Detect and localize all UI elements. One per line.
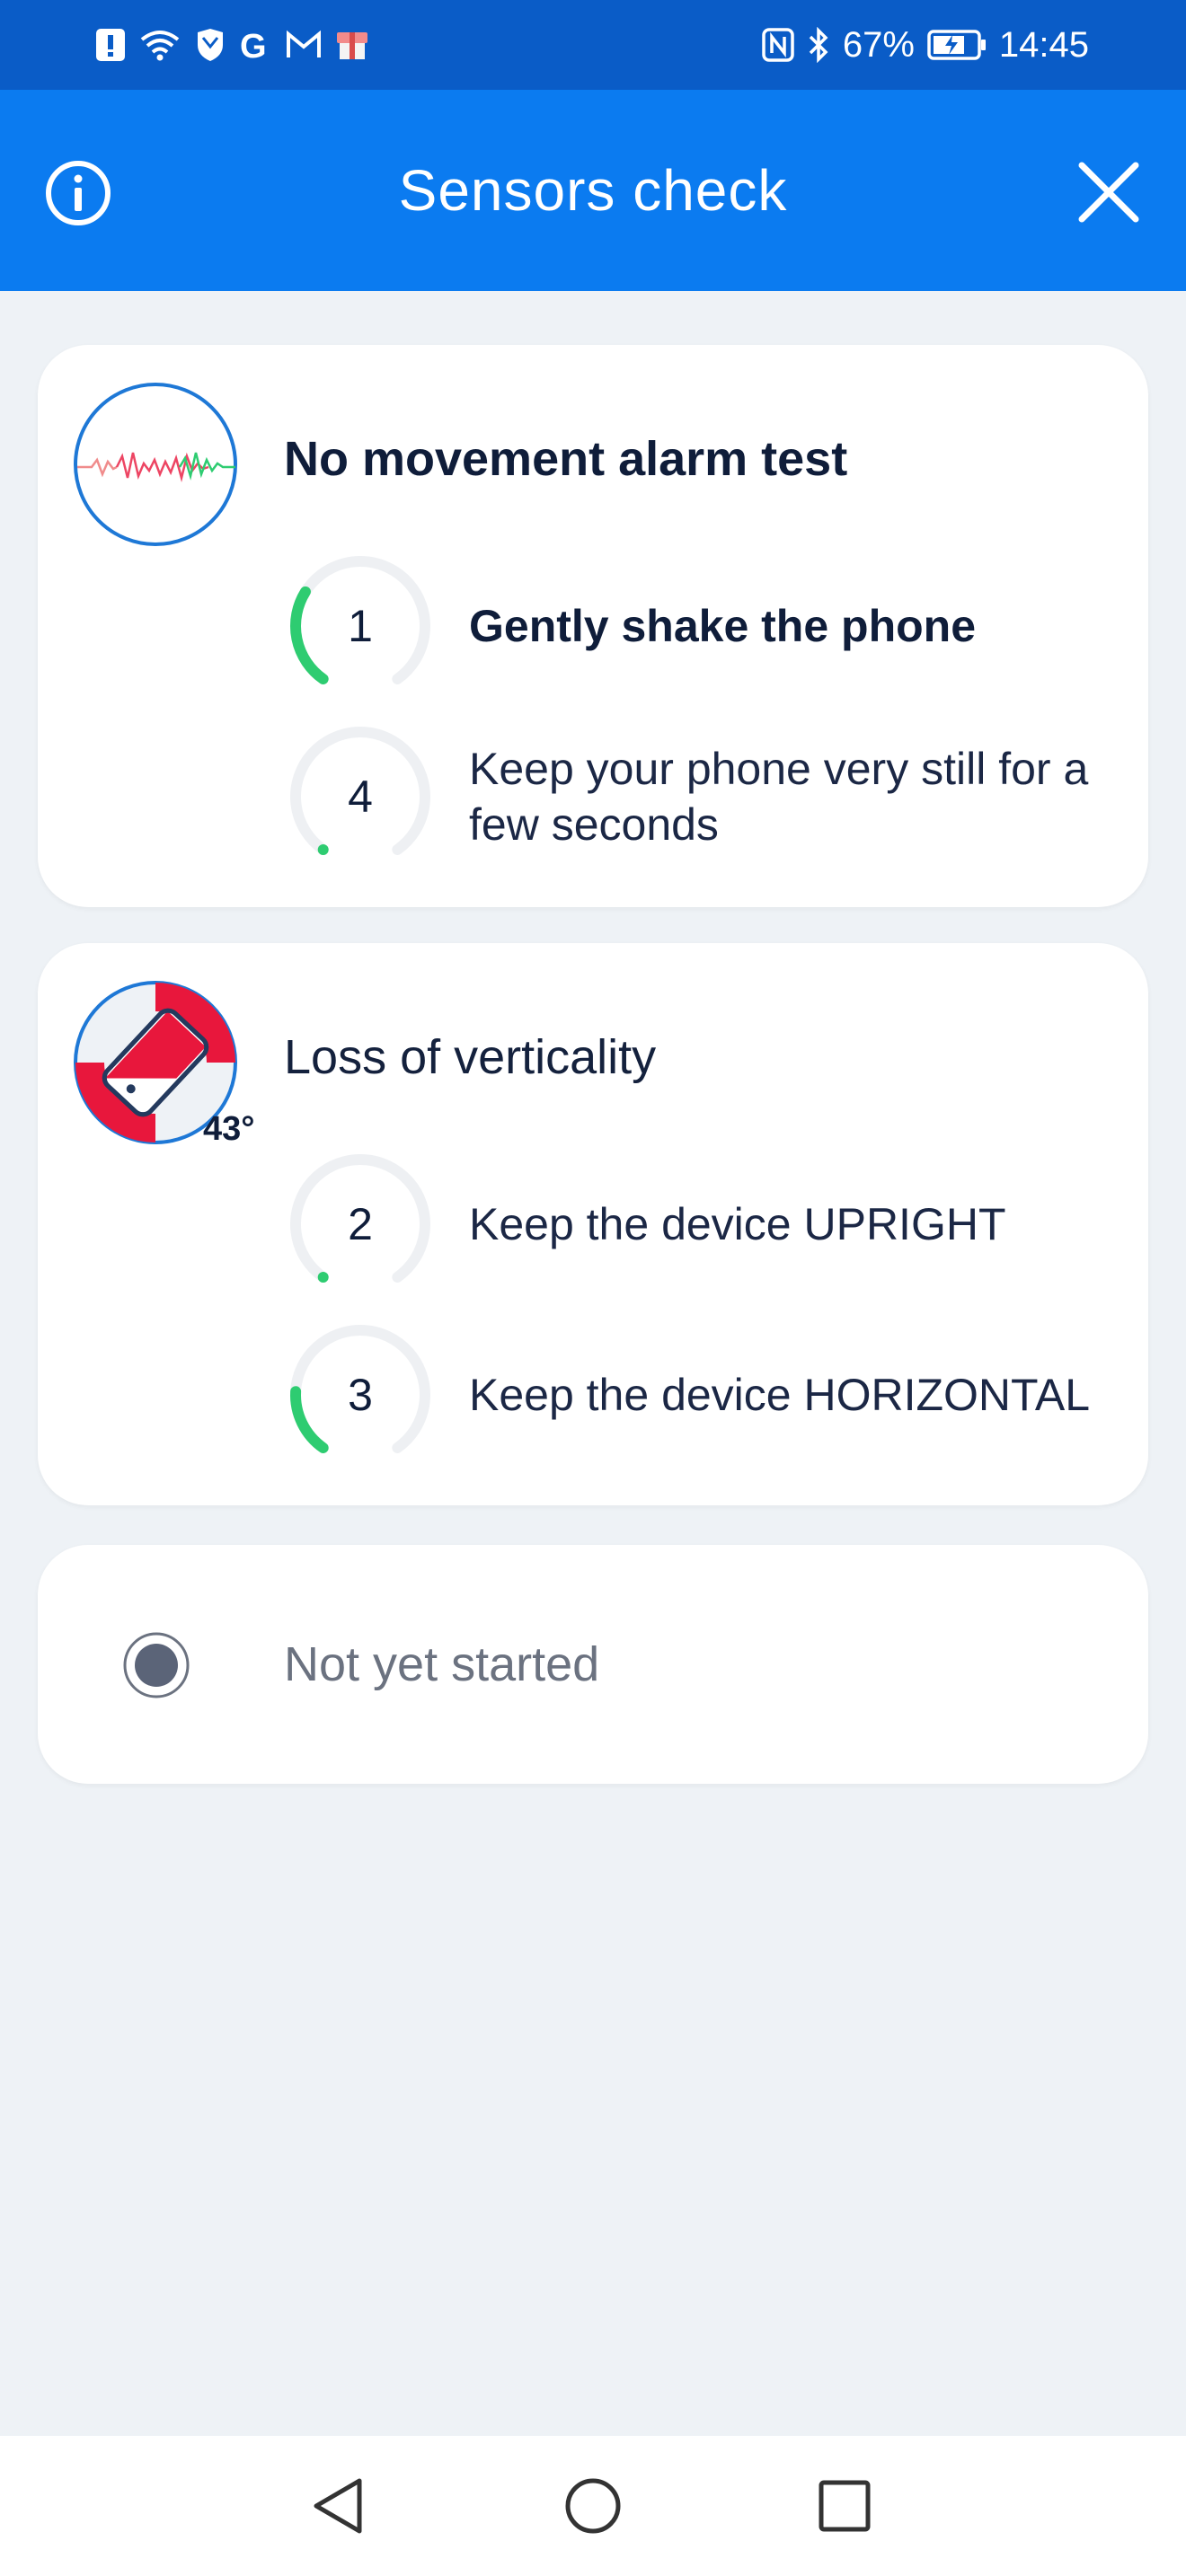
bluetooth-icon <box>807 25 830 65</box>
nfc-icon <box>762 25 794 65</box>
status-bar: G 67% 14:45 <box>0 0 1186 90</box>
status-time: 14:45 <box>998 25 1089 65</box>
battery-charging-icon <box>927 25 987 65</box>
status-left-icons: G <box>95 20 370 70</box>
no-movement-card[interactable]: No movement alarm test 1 Gently shake th… <box>38 345 1148 907</box>
radio-indicator-icon <box>122 1631 190 1699</box>
step-item: 3 Keep the device HORIZONTAL <box>284 1319 1128 1471</box>
step-label: Keep your phone very still for a few sec… <box>469 744 1089 850</box>
test-status-card[interactable]: Not yet started <box>38 1545 1148 1784</box>
step-label: Keep the device UPRIGHT <box>469 1199 1006 1249</box>
step-number: 1 <box>348 601 373 651</box>
verticality-card[interactable]: 43° Loss of verticality 2 Keep the devic… <box>38 943 1148 1505</box>
step-number: 4 <box>348 772 373 822</box>
google-icon: G <box>239 25 273 65</box>
wifi-icon <box>138 25 181 65</box>
back-button[interactable] <box>307 2474 372 2538</box>
app-bar: Sensors check <box>0 90 1186 291</box>
alert-icon <box>95 25 126 65</box>
step-label: Keep the device HORIZONTAL <box>469 1370 1091 1420</box>
waveform-icon <box>72 381 239 548</box>
card-title: Loss of verticality <box>284 1030 657 1084</box>
step-item: 4 Keep your phone very still for a few s… <box>284 720 1128 873</box>
recent-apps-button[interactable] <box>812 2474 877 2538</box>
home-circle-icon <box>565 2478 621 2534</box>
back-triangle-icon <box>314 2478 362 2534</box>
step-number: 3 <box>348 1370 373 1420</box>
close-button[interactable] <box>1075 158 1143 226</box>
battery-percent: 67% <box>842 25 915 65</box>
step-label: Gently shake the phone <box>469 601 977 651</box>
step-number: 2 <box>348 1199 373 1249</box>
status-label: Not yet started <box>284 1637 600 1691</box>
gmail-icon <box>286 25 322 65</box>
gift-box-icon <box>334 25 370 65</box>
system-nav-bar <box>0 2436 1186 2576</box>
recent-square-icon <box>819 2480 871 2532</box>
status-right-icons: 67% 14:45 <box>762 20 1089 70</box>
step-item: 2 Keep the device UPRIGHT <box>284 1148 1128 1301</box>
close-icon <box>1078 162 1139 223</box>
tilt-angle: 43° <box>203 1110 255 1148</box>
svg-text:G: G <box>240 28 267 63</box>
home-button[interactable] <box>561 2474 625 2538</box>
shield-app-icon <box>194 25 226 65</box>
page-title: Sensors check <box>398 158 788 223</box>
card-title: No movement alarm test <box>284 432 848 486</box>
step-item: 1 Gently shake the phone <box>284 550 1128 702</box>
